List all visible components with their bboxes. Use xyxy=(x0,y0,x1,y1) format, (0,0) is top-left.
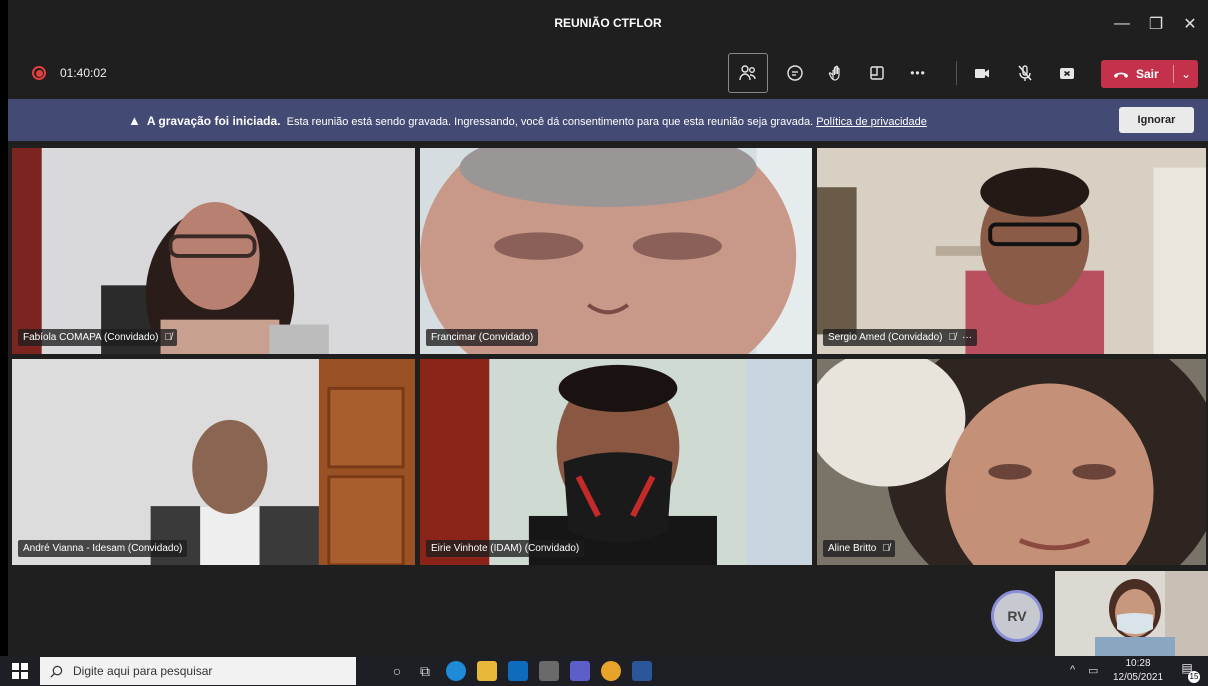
taskbar-clock[interactable]: 10:28 12/05/2021 xyxy=(1110,657,1166,685)
more-icon[interactable]: ··· xyxy=(962,332,972,343)
participants-button[interactable] xyxy=(728,53,768,93)
chat-icon xyxy=(787,65,803,81)
search-icon xyxy=(50,665,63,678)
share-button[interactable] xyxy=(1051,57,1083,89)
banner-title: A gravação foi iniciada. xyxy=(146,114,281,128)
clock-time: 10:28 xyxy=(1125,658,1151,669)
store-icon[interactable] xyxy=(539,661,559,681)
participant-name-tag: Sergio Amed (Convidado) 🎙̸ ··· xyxy=(823,329,978,346)
participant-name-tag: Eirie Vinhote (IDAM) (Convidado) xyxy=(426,540,585,557)
participant-name: Eirie Vinhote (IDAM) (Convidado) xyxy=(431,543,580,554)
video-tile-1[interactable]: Fabíola COMAPA (Convidado) 🎙̸ xyxy=(10,146,417,356)
participant-name: Francimar (Convidado) xyxy=(431,332,534,343)
video-tile-2[interactable]: Francimar (Convidado) xyxy=(418,146,814,356)
camera-button[interactable] xyxy=(966,57,998,89)
windows-taskbar: Digite aqui para pesquisar ○ ⧉ ^ ▭ 10:28… xyxy=(0,656,1208,686)
teams-window: REUNIÃO CTFLOR — ❐ ✕ 01:40:02 ••• Sair ⌄… xyxy=(8,0,1208,656)
recording-banner: ▲ A gravação foi iniciada. Esta reunião e… xyxy=(8,99,1208,141)
participant-video xyxy=(817,359,1206,565)
raise-hand-icon xyxy=(828,65,840,81)
file-explorer-icon[interactable] xyxy=(477,661,497,681)
participant-video xyxy=(817,148,1206,354)
clock-date: 12/05/2021 xyxy=(1112,672,1164,683)
outlook-icon[interactable] xyxy=(508,661,528,681)
video-tile-5[interactable]: Eirie Vinhote (IDAM) (Convidado) xyxy=(418,357,814,567)
mic-off-icon: 🎙̸ xyxy=(882,543,890,554)
chat-button[interactable] xyxy=(779,57,811,89)
chrome-icon[interactable] xyxy=(601,661,621,681)
windows-start-icon[interactable] xyxy=(12,663,28,679)
banner-message: Esta reunião está sendo gravada. Ingress… xyxy=(286,116,814,128)
video-tile-4[interactable]: André Vianna - Idesam (Convidado) xyxy=(10,357,417,567)
word-icon[interactable] xyxy=(632,661,652,681)
minimize-icon[interactable]: — xyxy=(1105,10,1139,38)
teams-icon[interactable] xyxy=(570,661,590,681)
privacy-policy-link[interactable]: Política de privacidade xyxy=(816,116,927,128)
maximize-icon[interactable]: ❐ xyxy=(1139,10,1173,38)
notification-center-icon[interactable]: ▤ 15 xyxy=(1176,661,1200,683)
task-view-icon[interactable]: ⧉ xyxy=(414,660,436,682)
network-icon[interactable]: ▭ xyxy=(1088,664,1098,677)
meeting-toolbar: 01:40:02 ••• Sair ⌄ xyxy=(8,47,1208,99)
participant-name: André Vianna - Idesam (Convidado) xyxy=(23,543,183,554)
participant-video xyxy=(420,148,812,354)
video-tile-6[interactable]: Aline Britto 🎙̸ xyxy=(815,357,1208,567)
participant-video xyxy=(420,359,812,565)
people-icon xyxy=(739,65,756,81)
tray-chevron-icon[interactable]: ^ xyxy=(1070,664,1075,676)
window-title: REUNIÃO CTFLOR xyxy=(554,16,662,30)
stop-share-icon xyxy=(1060,68,1074,79)
leave-button[interactable]: Sair ⌄ xyxy=(1101,60,1198,88)
leave-main-button[interactable]: Sair xyxy=(1101,67,1173,81)
meeting-timer: 01:40:02 xyxy=(60,66,107,80)
self-view-video[interactable] xyxy=(1055,571,1208,656)
participant-video xyxy=(12,148,415,354)
self-view-image xyxy=(1055,571,1208,656)
toolbar-divider xyxy=(956,61,957,85)
mic-button[interactable] xyxy=(1009,57,1041,89)
edge-icon[interactable] xyxy=(446,661,466,681)
taskbar-search-input[interactable]: Digite aqui para pesquisar xyxy=(40,657,356,685)
rooms-button[interactable] xyxy=(861,57,893,89)
search-placeholder: Digite aqui para pesquisar xyxy=(73,664,213,678)
leave-label: Sair xyxy=(1136,67,1159,81)
participant-name-tag: Fabíola COMAPA (Convidado) 🎙̸ xyxy=(18,329,177,346)
participant-name: Sergio Amed (Convidado) xyxy=(828,332,943,343)
participant-name: Aline Britto xyxy=(828,543,877,554)
breakout-rooms-icon xyxy=(870,66,884,80)
hang-up-icon xyxy=(1113,72,1129,78)
participant-video xyxy=(12,359,415,565)
banner-text: ▲ A gravação foi iniciada. Esta reunião e… xyxy=(128,113,927,128)
warning-icon: ▲ xyxy=(128,113,141,128)
ignore-button[interactable]: Ignorar xyxy=(1119,107,1194,133)
title-bar: REUNIÃO CTFLOR — ❐ ✕ xyxy=(8,0,1208,47)
mic-off-icon: 🎙̸ xyxy=(948,332,957,343)
reactions-button[interactable] xyxy=(821,57,853,89)
avatar[interactable]: RV xyxy=(991,590,1043,642)
notification-count: 15 xyxy=(1188,671,1200,683)
participant-name: Fabíola COMAPA (Convidado) xyxy=(23,332,159,343)
camera-icon xyxy=(975,69,989,78)
close-icon[interactable]: ✕ xyxy=(1173,10,1207,38)
participant-name-tag: André Vianna - Idesam (Convidado) xyxy=(18,540,188,557)
mic-off-icon: 🎙̸ xyxy=(164,332,172,343)
leave-chevron-icon[interactable]: ⌄ xyxy=(1174,67,1198,81)
more-options-button[interactable]: ••• xyxy=(902,57,934,89)
participant-name-tag: Francimar (Convidado) xyxy=(426,329,539,346)
cortana-icon[interactable]: ○ xyxy=(386,660,408,682)
recording-icon xyxy=(32,66,46,80)
video-tile-3[interactable]: Sergio Amed (Convidado) 🎙̸ ··· xyxy=(815,146,1208,356)
participant-name-tag: Aline Britto 🎙̸ xyxy=(823,540,895,557)
mic-off-icon xyxy=(1018,65,1032,81)
